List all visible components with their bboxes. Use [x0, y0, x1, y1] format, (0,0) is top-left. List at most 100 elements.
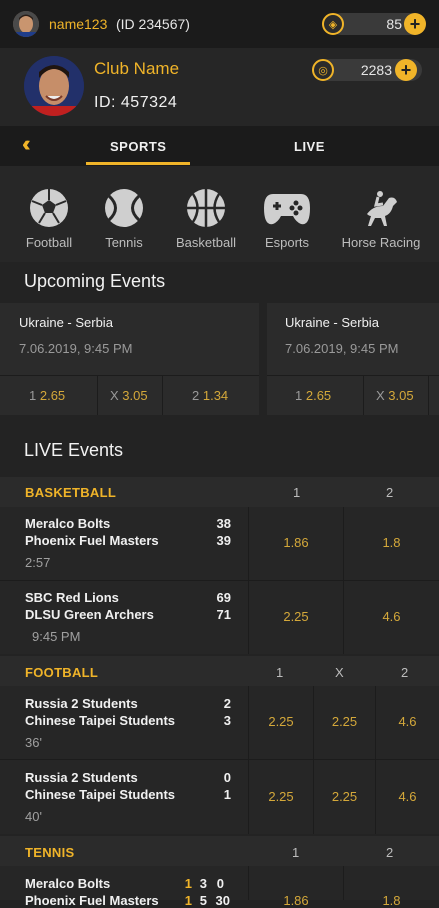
odd-button[interactable]: X 3.05 — [376, 388, 414, 403]
score: 71 — [216, 607, 231, 622]
odd-key: 1 — [29, 388, 37, 403]
basketball-icon — [187, 189, 225, 227]
odd-button[interactable]: 1.8 — [344, 535, 439, 550]
odd-key: X — [110, 388, 119, 403]
score: 39 — [216, 533, 231, 548]
odd-button[interactable]: 2.25 — [249, 789, 313, 804]
column-header: 2 — [386, 485, 394, 500]
team-name: Russia 2 Students — [25, 696, 138, 711]
live-events-title: LIVE Events — [24, 440, 124, 460]
column-header: 1 — [276, 665, 284, 680]
sports-categories: Football Tennis Basketball Esports Horse… — [0, 166, 439, 262]
column-header: 2 — [386, 845, 394, 860]
odd-button[interactable]: 2.25 — [249, 714, 313, 729]
odd-button[interactable]: 1 2.65 — [29, 388, 65, 403]
score: 38 — [216, 516, 231, 531]
event-date: 7.06.2019, 9:45 PM — [285, 341, 399, 356]
match-time: 36' — [25, 735, 42, 750]
score: 0 — [223, 770, 231, 785]
column-header: X — [335, 665, 344, 680]
team-name: Russia 2 Students — [25, 770, 138, 785]
back-chevron-icon[interactable]: ‹‹ — [22, 131, 30, 157]
event-teams: Ukraine - Serbia — [285, 315, 379, 330]
odd-button[interactable]: 1.86 — [249, 893, 343, 908]
username[interactable]: name123 — [49, 16, 107, 32]
category-name: TENNIS — [25, 845, 75, 860]
odd-key: 1 — [295, 388, 303, 403]
set-score: 1 — [184, 893, 192, 908]
set-score: 0 — [216, 876, 224, 891]
event-teams: Ukraine - Serbia — [19, 315, 113, 330]
points-icon: ◎ — [312, 59, 334, 81]
add-coins-button[interactable]: + — [404, 13, 426, 35]
match-time: 2:57 — [25, 555, 51, 570]
tab-sports[interactable]: SPORTS — [110, 139, 166, 154]
column-header: 1 — [293, 485, 301, 500]
sport-basketball[interactable]: Basketball — [166, 166, 246, 262]
club-avatar[interactable] — [24, 56, 84, 116]
divider — [428, 376, 429, 415]
divider — [162, 376, 163, 415]
column-header: 1 — [292, 845, 300, 860]
add-points-button[interactable]: + — [395, 59, 417, 81]
score: 1 — [223, 787, 231, 802]
team-name: Phoenix Fuel Masters — [25, 893, 159, 908]
gamepad-icon — [264, 194, 310, 225]
user-avatar[interactable] — [13, 11, 39, 37]
soccer-ball-icon — [30, 189, 68, 227]
sport-tennis[interactable]: Tennis — [92, 166, 156, 262]
odd-button[interactable]: 2.25 — [249, 609, 343, 624]
divider — [363, 376, 364, 415]
score: 3 — [223, 713, 231, 728]
team-name: SBC Red Lions — [25, 590, 119, 605]
odd-button[interactable]: X 3.05 — [110, 388, 148, 403]
sport-label: Basketball — [176, 235, 236, 250]
odd-value: 2.65 — [305, 388, 332, 403]
odd-button[interactable]: 4.6 — [376, 789, 439, 804]
horse-racing-icon — [367, 191, 397, 226]
category-name: FOOTBALL — [25, 665, 99, 680]
team-name: DLSU Green Archers — [25, 607, 154, 622]
score: 69 — [216, 590, 231, 605]
coins-value: 85 — [386, 16, 402, 32]
team-name: Meralco Bolts — [25, 876, 111, 891]
odd-value: 3.05 — [388, 388, 414, 403]
odd-button[interactable]: 2 1.34 — [192, 388, 228, 403]
coin-icon: ◈ — [322, 13, 344, 35]
club-name: Club Name — [94, 59, 180, 78]
tab-live[interactable]: LIVE — [294, 139, 325, 154]
club-id: ID: 457324 — [94, 94, 178, 111]
sport-label: Horse Racing — [341, 235, 421, 250]
odd-button[interactable]: 1.86 — [249, 535, 343, 550]
team-name: Chinese Taipei Students — [25, 787, 176, 802]
category-name: BASKETBALL — [25, 485, 117, 500]
sport-horse-racing[interactable]: Horse Racing — [336, 166, 426, 262]
odd-button[interactable]: 4.6 — [376, 714, 439, 729]
odd-button[interactable]: 2.25 — [314, 714, 375, 729]
team-name: Phoenix Fuel Masters — [25, 533, 159, 548]
tabs-bar — [0, 126, 439, 166]
set-score: 30 — [215, 893, 230, 908]
odd-value: 2.65 — [39, 388, 66, 403]
odd-key: X — [376, 388, 385, 403]
match-time: 40' — [25, 809, 42, 824]
active-tab-indicator — [86, 162, 190, 165]
divider — [0, 375, 259, 376]
divider — [97, 376, 98, 415]
odd-button[interactable]: 2.25 — [314, 789, 375, 804]
column-header: 2 — [401, 665, 409, 680]
sport-football[interactable]: Football — [14, 166, 84, 262]
set-score: 1 — [184, 876, 192, 891]
sport-label: Esports — [264, 235, 310, 250]
odd-button[interactable]: 1.8 — [344, 893, 439, 908]
score: 2 — [223, 696, 231, 711]
set-score: 5 — [199, 893, 207, 908]
odd-value: 1.34 — [202, 388, 229, 403]
tennis-ball-icon — [105, 189, 143, 227]
sport-label: Football — [25, 235, 73, 250]
sport-esports[interactable]: Esports — [254, 166, 320, 262]
upcoming-events-title: Upcoming Events — [24, 271, 166, 291]
match-time: 9:45 PM — [32, 629, 81, 644]
odd-button[interactable]: 4.6 — [344, 609, 439, 624]
odd-button[interactable]: 1 2.65 — [295, 388, 331, 403]
